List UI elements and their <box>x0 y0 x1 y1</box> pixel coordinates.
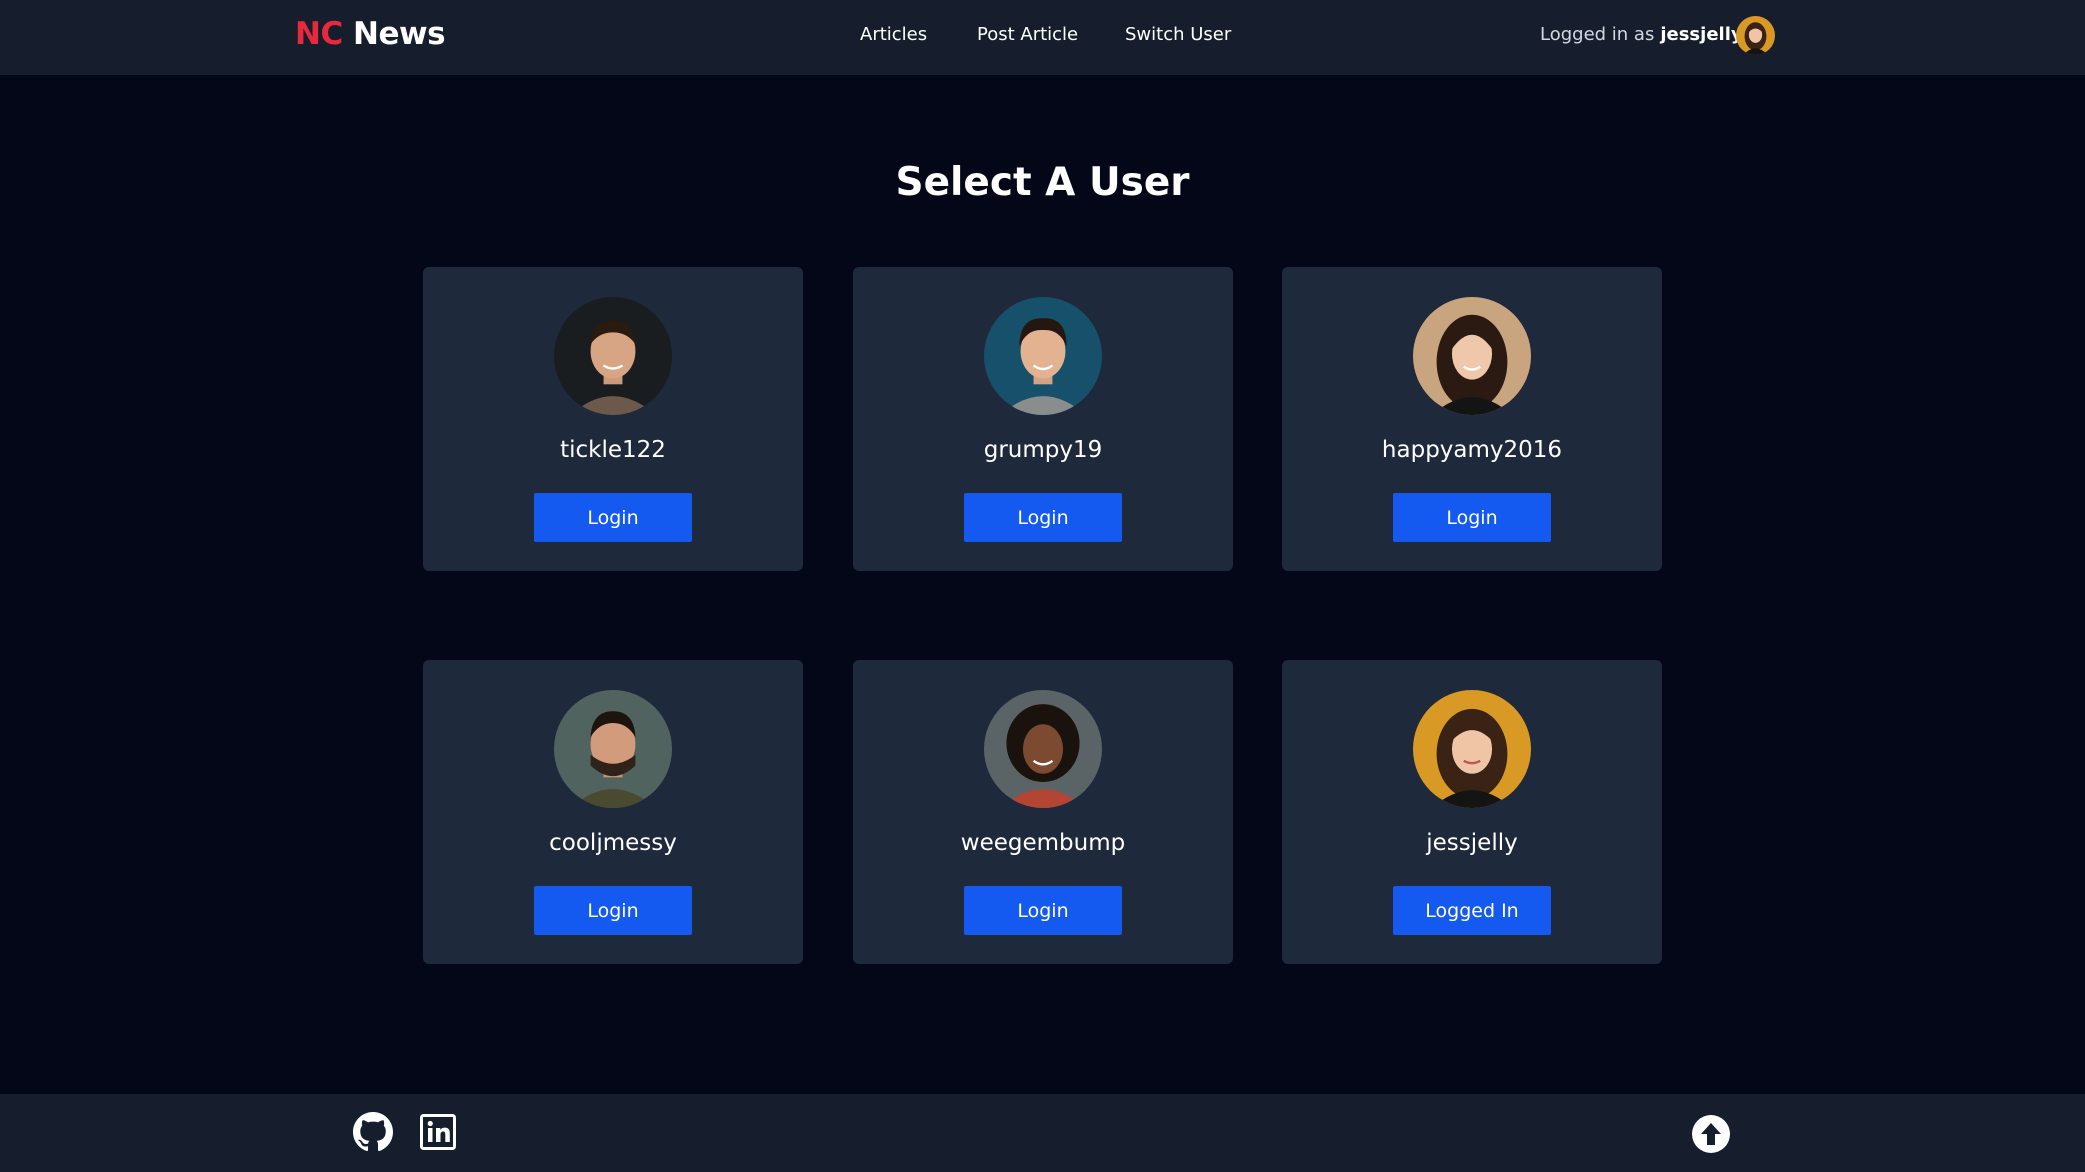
logo-news: News <box>353 16 446 52</box>
user-card: tickle122 Login <box>423 267 803 571</box>
login-button[interactable]: Login <box>534 886 692 935</box>
nav-articles-link[interactable]: Articles <box>860 24 927 45</box>
site-logo[interactable]: NC News <box>295 16 446 52</box>
login-button[interactable]: Login <box>964 493 1122 542</box>
logo-nc: NC <box>295 16 343 52</box>
github-icon[interactable] <box>353 1112 393 1152</box>
logged-in-status: Logged in as jessjelly <box>1540 24 1743 45</box>
nav-switch-user-link[interactable]: Switch User <box>1125 24 1231 45</box>
top-nav-bar: NC News Articles Post Article Switch Use… <box>0 0 2085 75</box>
scroll-to-top-icon[interactable] <box>1691 1114 1731 1154</box>
login-button[interactable]: Login <box>964 886 1122 935</box>
logged-in-button[interactable]: Logged In <box>1393 886 1551 935</box>
nav-post-article-link[interactable]: Post Article <box>977 24 1078 45</box>
user-avatar <box>1413 297 1531 415</box>
page-title: Select A User <box>895 160 1190 205</box>
user-avatar <box>1413 690 1531 808</box>
user-avatar <box>984 690 1102 808</box>
user-avatar <box>984 297 1102 415</box>
user-card-username: jessjelly <box>1426 830 1518 856</box>
logged-in-label: Logged in as <box>1540 24 1655 45</box>
login-button[interactable]: Login <box>534 493 692 542</box>
user-card: weegembump Login <box>853 660 1233 964</box>
footer <box>0 1094 2085 1172</box>
user-card-username: happyamy2016 <box>1381 437 1563 463</box>
linkedin-icon[interactable] <box>420 1114 456 1150</box>
user-avatar <box>554 690 672 808</box>
user-card: happyamy2016 Login <box>1282 267 1662 571</box>
user-card: cooljmessy Login <box>423 660 803 964</box>
user-card-username: weegembump <box>960 830 1126 856</box>
user-card: grumpy19 Login <box>853 267 1233 571</box>
user-card-username: grumpy19 <box>983 437 1103 463</box>
user-card: jessjelly Logged In <box>1282 660 1662 964</box>
current-user-avatar[interactable] <box>1736 16 1775 55</box>
login-button[interactable]: Login <box>1393 493 1551 542</box>
user-avatar <box>554 297 672 415</box>
logged-in-username: jessjelly <box>1660 24 1743 45</box>
user-card-username: tickle122 <box>560 437 666 463</box>
user-card-username: cooljmessy <box>549 830 677 856</box>
